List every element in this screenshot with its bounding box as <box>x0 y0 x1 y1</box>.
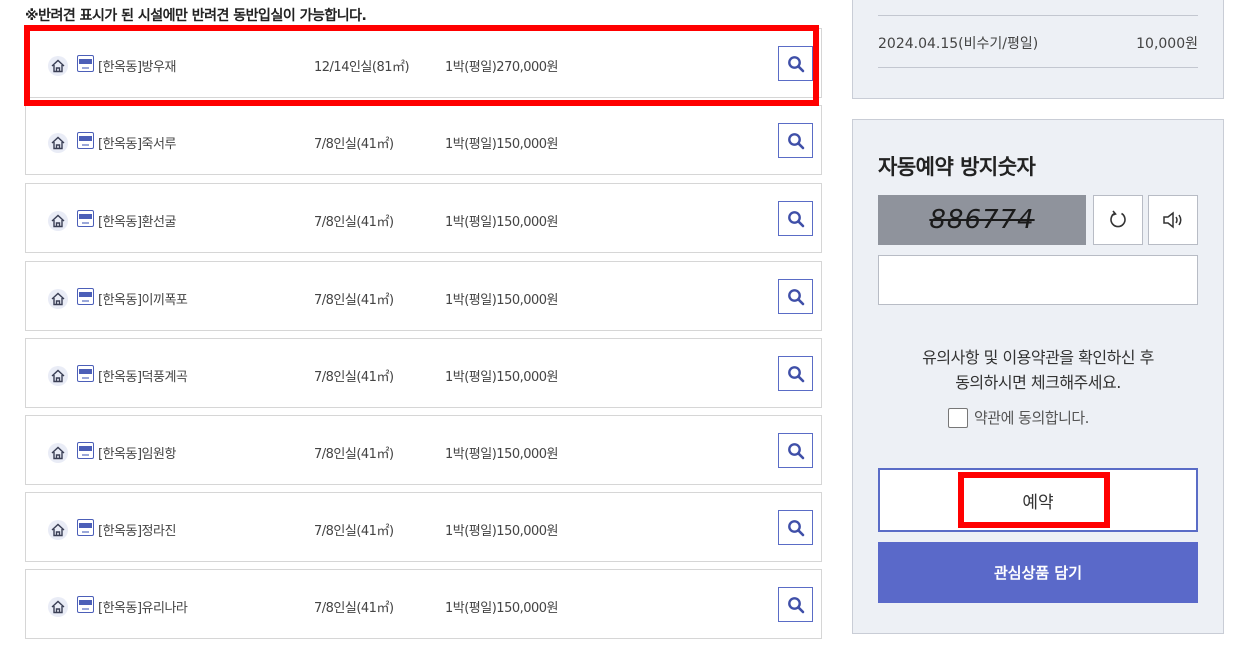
room-capacity: 7/8인실(41㎡) <box>314 370 394 385</box>
terms-agree-label: 약관에 동의합니다. <box>974 409 1089 427</box>
terms-agree-checkbox[interactable] <box>948 407 968 428</box>
room-name: [한옥동]덕풍계곡 <box>98 370 188 385</box>
search-icon <box>787 365 804 382</box>
search-icon <box>787 442 804 459</box>
terms-notice: 유의사항 및 이용약관을 확인하신 후 동의하시면 체크해주세요. <box>878 345 1198 395</box>
pet-allowed-icon <box>77 55 94 72</box>
speaker-icon <box>1163 211 1182 229</box>
house-icon <box>48 211 68 231</box>
room-price: 1박(평일)150,000원 <box>445 601 559 616</box>
search-icon <box>787 132 804 149</box>
add-to-wishlist-button[interactable]: 관심상품 담기 <box>878 542 1198 603</box>
booking-panel: 자동예약 방지숫자 886774 유의사항 및 이용약관을 확인하신 후 동의하… <box>852 119 1224 634</box>
stay-date: 2024.04.15(비수기/평일) <box>878 36 1039 52</box>
room-price: 1박(평일)150,000원 <box>445 137 559 152</box>
room-detail-button[interactable] <box>778 356 813 391</box>
pet-allowed-icon <box>77 596 94 613</box>
terms-notice-line2: 동의하시면 체크해주세요. <box>955 373 1121 392</box>
room-price: 1박(평일)270,000원 <box>445 60 559 75</box>
room-item[interactable]: [한옥동]죽서루 7/8인실(41㎡) 1박(평일)150,000원 <box>25 105 822 175</box>
search-icon <box>787 210 804 227</box>
room-detail-button[interactable] <box>778 433 813 468</box>
room-name: [한옥동]환선굴 <box>98 215 176 230</box>
house-icon <box>48 289 68 309</box>
room-item[interactable]: [한옥동]덕풍계곡 7/8인실(41㎡) 1박(평일)150,000원 <box>25 338 822 408</box>
room-detail-button[interactable] <box>778 510 813 545</box>
terms-agree-row[interactable]: 약관에 동의합니다. <box>948 407 1089 428</box>
captcha-audio-button[interactable] <box>1148 195 1198 245</box>
pet-allowed-icon <box>77 519 94 536</box>
room-name: [한옥동]죽서루 <box>98 137 176 152</box>
search-icon <box>787 288 804 305</box>
reserve-button[interactable]: 예약 <box>878 468 1198 532</box>
room-detail-button[interactable] <box>778 123 813 158</box>
pet-allowed-icon <box>77 132 94 149</box>
house-icon <box>48 366 68 386</box>
room-capacity: 7/8인실(41㎡) <box>314 601 394 616</box>
room-item[interactable]: [한옥동]이끼폭포 7/8인실(41㎡) 1박(평일)150,000원 <box>25 261 822 331</box>
stay-amount: 10,000원 <box>1136 36 1198 52</box>
room-detail-button[interactable] <box>778 201 813 236</box>
pet-allowed-icon <box>77 442 94 459</box>
search-icon <box>787 55 804 72</box>
pet-allowed-icon <box>77 288 94 305</box>
room-detail-button[interactable] <box>778 587 813 622</box>
house-icon <box>48 520 68 540</box>
date-summary-panel: 2024.04.15(비수기/평일) 10,000원 <box>852 0 1224 99</box>
room-price: 1박(평일)150,000원 <box>445 370 559 385</box>
room-price: 1박(평일)150,000원 <box>445 215 559 230</box>
room-name: [한옥동]방우재 <box>98 60 176 75</box>
room-capacity: 7/8인실(41㎡) <box>314 524 394 539</box>
house-icon <box>48 133 68 153</box>
room-name: [한옥동]정라진 <box>98 524 176 539</box>
pet-notice: ※반려견 표시가 된 시설에만 반려견 동반입실이 가능합니다. <box>25 8 367 24</box>
room-name: [한옥동]유리나라 <box>98 601 188 616</box>
house-icon <box>48 443 68 463</box>
room-item[interactable]: [한옥동]유리나라 7/8인실(41㎡) 1박(평일)150,000원 <box>25 569 822 639</box>
room-price: 1박(평일)150,000원 <box>445 447 559 462</box>
room-item[interactable]: [한옥동]정라진 7/8인실(41㎡) 1박(평일)150,000원 <box>25 492 822 562</box>
captcha-image: 886774 <box>878 195 1086 245</box>
search-icon <box>787 596 804 613</box>
refresh-icon <box>1110 210 1126 228</box>
room-detail-button[interactable] <box>778 279 813 314</box>
captcha-code: 886774 <box>929 205 1035 235</box>
room-name: [한옥동]이끼폭포 <box>98 293 188 308</box>
room-name: [한옥동]임원항 <box>98 447 176 462</box>
house-icon <box>48 56 68 76</box>
captcha-refresh-button[interactable] <box>1093 195 1143 245</box>
room-capacity: 7/8인실(41㎡) <box>314 447 394 462</box>
pet-allowed-icon <box>77 210 94 227</box>
room-capacity: 7/8인실(41㎡) <box>314 137 394 152</box>
room-capacity: 7/8인실(41㎡) <box>314 293 394 308</box>
room-detail-button[interactable] <box>778 46 813 81</box>
search-icon <box>787 519 804 536</box>
pet-allowed-icon <box>77 365 94 382</box>
room-item[interactable]: [한옥동]환선굴 7/8인실(41㎡) 1박(평일)150,000원 <box>25 183 822 253</box>
room-capacity: 12/14인실(81㎡) <box>314 60 410 75</box>
captcha-title: 자동예약 방지숫자 <box>878 155 1036 179</box>
room-price: 1박(평일)150,000원 <box>445 293 559 308</box>
divider <box>878 67 1198 68</box>
divider <box>878 15 1198 16</box>
captcha-input[interactable] <box>878 255 1198 305</box>
room-capacity: 7/8인실(41㎡) <box>314 215 394 230</box>
room-item[interactable]: [한옥동]임원항 7/8인실(41㎡) 1박(평일)150,000원 <box>25 415 822 485</box>
room-price: 1박(평일)150,000원 <box>445 524 559 539</box>
terms-notice-line1: 유의사항 및 이용약관을 확인하신 후 <box>922 348 1154 367</box>
room-item[interactable]: [한옥동]방우재 12/14인실(81㎡) 1박(평일)270,000원 <box>25 28 822 98</box>
house-icon <box>48 597 68 617</box>
